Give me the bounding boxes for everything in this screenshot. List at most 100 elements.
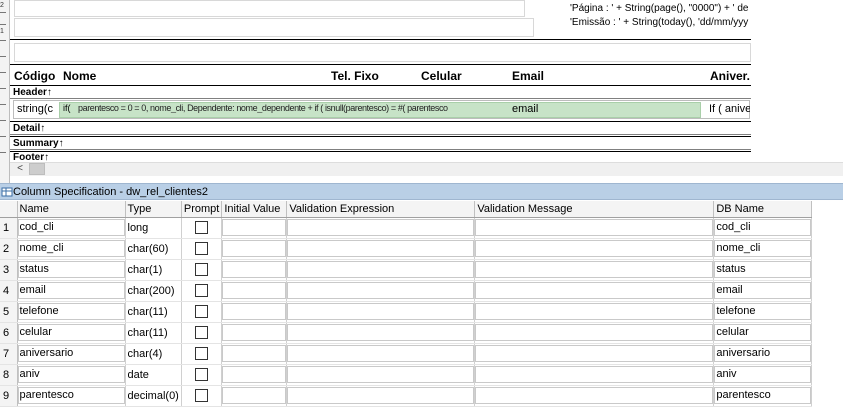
header-text-box[interactable] xyxy=(14,43,751,62)
validation-message-field[interactable] xyxy=(475,282,713,299)
initial-value-field[interactable] xyxy=(222,324,286,341)
column-header-db-name[interactable]: DB Name xyxy=(713,201,813,218)
column-header-name[interactable]: Name xyxy=(17,201,126,218)
column-header-validation-expression[interactable]: Validation Expression xyxy=(286,201,476,218)
type-cell: char(200) xyxy=(125,280,182,302)
name-field[interactable]: celular xyxy=(17,324,124,341)
validation-expression-field[interactable] xyxy=(287,366,474,383)
column-header-codigo[interactable]: Código xyxy=(14,69,55,83)
column-header-celular[interactable]: Celular xyxy=(421,69,462,83)
initial-value-field[interactable] xyxy=(222,261,286,278)
db-name-field[interactable]: status xyxy=(714,261,811,278)
table-row[interactable]: 4 email char(200) email xyxy=(0,280,813,302)
table-row[interactable]: 7 aniversario char(4) aniversario xyxy=(0,343,813,365)
validation-message-field[interactable] xyxy=(475,240,713,257)
detail-field-codigo[interactable]: string(c xyxy=(17,103,57,115)
prompt-checkbox[interactable] xyxy=(195,305,209,318)
name-field[interactable]: email xyxy=(17,282,124,299)
column-header-type[interactable]: Type xyxy=(125,201,182,218)
prompt-checkbox[interactable] xyxy=(195,368,209,381)
validation-message-field[interactable] xyxy=(475,261,713,278)
column-header-email[interactable]: Email xyxy=(512,69,544,83)
validation-expression-field[interactable] xyxy=(287,303,474,320)
header-text-box[interactable] xyxy=(14,0,525,17)
db-name-field[interactable]: aniversario xyxy=(714,345,811,362)
validation-expression-field[interactable] xyxy=(287,240,474,257)
db-name-field[interactable]: aniv xyxy=(714,366,811,383)
ruler-tick xyxy=(0,88,6,89)
initial-value-field[interactable] xyxy=(222,282,286,299)
validation-expression-field[interactable] xyxy=(287,345,474,362)
scroll-left-icon[interactable]: < xyxy=(13,163,27,175)
row-number: 2 xyxy=(0,238,18,260)
validation-message-field[interactable] xyxy=(475,366,713,383)
validation-expression-field[interactable] xyxy=(287,219,474,236)
table-row[interactable]: 8 aniv date aniv xyxy=(0,364,813,386)
band-separator xyxy=(10,136,751,137)
emission-date-expression[interactable]: 'Emissão : ' + String(today(), 'dd/mm/yy… xyxy=(570,17,748,28)
name-field[interactable]: status xyxy=(17,261,124,278)
prompt-checkbox[interactable] xyxy=(195,326,209,339)
detail-field-nome-expression[interactable]: parentesco = 0 = 0, nome_cli, Dependente… xyxy=(78,103,538,113)
db-name-field[interactable]: email xyxy=(714,282,811,299)
divider-line xyxy=(10,64,751,65)
table-row[interactable]: 5 telefone char(11) telefone xyxy=(0,301,813,323)
name-field[interactable]: aniversario xyxy=(17,345,124,362)
validation-message-field[interactable] xyxy=(475,219,713,236)
table-row[interactable]: 2 nome_cli char(60) nome_cli xyxy=(0,238,813,260)
name-field[interactable]: nome_cli xyxy=(17,240,124,257)
table-row[interactable]: 3 status char(1) status xyxy=(0,259,813,281)
column-header-validation-message[interactable]: Validation Message xyxy=(474,201,715,218)
db-name-field[interactable]: nome_cli xyxy=(714,240,811,257)
column-header-aniver[interactable]: Aniver. xyxy=(710,69,750,83)
prompt-checkbox[interactable] xyxy=(195,284,209,297)
column-spec-table[interactable]: Name Type Prompt Initial Value Validatio… xyxy=(0,201,813,407)
initial-value-field[interactable] xyxy=(222,219,286,236)
name-field[interactable]: telefone xyxy=(17,303,124,320)
band-separator xyxy=(10,134,751,135)
row-number: 5 xyxy=(0,301,18,323)
name-field[interactable]: cod_cli xyxy=(17,219,124,236)
ruler-number: 1 xyxy=(0,28,4,35)
validation-message-field[interactable] xyxy=(475,345,713,362)
table-row[interactable]: 6 celular char(11) celular xyxy=(0,322,813,344)
initial-value-field[interactable] xyxy=(222,303,286,320)
page-number-expression[interactable]: 'Página : ' + String(page(), "0000") + '… xyxy=(570,3,749,14)
prompt-checkbox[interactable] xyxy=(195,242,209,255)
detail-field-if[interactable]: if( xyxy=(63,103,79,113)
column-header-prompt[interactable]: Prompt xyxy=(181,201,223,218)
validation-expression-field[interactable] xyxy=(287,324,474,341)
initial-value-field[interactable] xyxy=(222,240,286,257)
band-detail[interactable]: Detail↑ xyxy=(13,123,45,134)
prompt-checkbox[interactable] xyxy=(195,347,209,360)
db-name-field[interactable]: cod_cli xyxy=(714,219,811,236)
column-specification-panel[interactable]: Column Specification - dw_rel_clientes2 … xyxy=(0,183,843,407)
initial-value-field[interactable] xyxy=(222,345,286,362)
db-name-field[interactable]: celular xyxy=(714,324,811,341)
prompt-checkbox[interactable] xyxy=(195,221,209,234)
horizontal-scrollbar[interactable] xyxy=(10,162,843,176)
prompt-checkbox[interactable] xyxy=(195,263,209,276)
column-header-tel-fixo[interactable]: Tel. Fixo xyxy=(331,69,379,83)
report-designer[interactable]: 2 1 'Página : ' + String(page(), "0000")… xyxy=(0,0,843,183)
band-separator xyxy=(10,121,751,122)
band-summary[interactable]: Summary↑ xyxy=(13,138,64,149)
band-header[interactable]: Header↑ xyxy=(13,87,52,98)
band-separator xyxy=(10,85,751,86)
db-name-field[interactable]: telefone xyxy=(714,303,811,320)
validation-message-field[interactable] xyxy=(475,324,713,341)
validation-message-field[interactable] xyxy=(475,303,713,320)
detail-field-aniver[interactable]: If ( anive xyxy=(709,103,750,115)
header-text-box[interactable] xyxy=(14,18,534,37)
scrollbar-thumb[interactable] xyxy=(29,163,45,175)
column-header-initial-value[interactable]: Initial Value xyxy=(221,201,288,218)
validation-expression-field[interactable] xyxy=(287,282,474,299)
detail-field-email[interactable]: email xyxy=(512,103,552,115)
table-row[interactable]: 1 cod_cli long cod_cli xyxy=(0,217,813,239)
column-header-nome[interactable]: Nome xyxy=(63,69,96,83)
name-field[interactable]: aniv xyxy=(17,366,124,383)
panel-title-bar[interactable]: Column Specification - dw_rel_clientes2 xyxy=(0,183,843,200)
ruler-tick xyxy=(0,56,6,57)
initial-value-field[interactable] xyxy=(222,366,286,383)
validation-expression-field[interactable] xyxy=(287,261,474,278)
